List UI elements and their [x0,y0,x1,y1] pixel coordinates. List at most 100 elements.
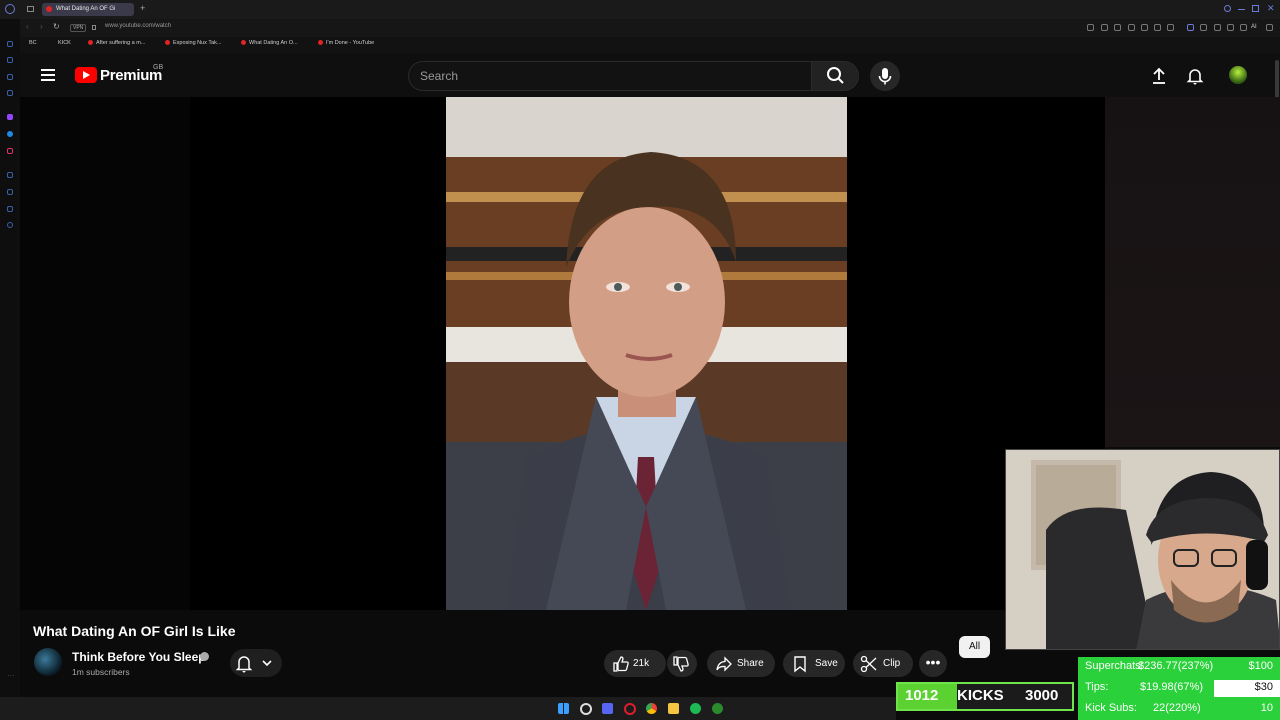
chrome-icon[interactable] [646,703,657,714]
extension-icon[interactable] [1101,24,1108,31]
goal-target: $30 [1254,681,1273,693]
subscription-bell-button[interactable] [230,649,282,677]
youtube-logo-icon[interactable] [75,67,97,83]
search-tabs-icon[interactable] [1224,5,1231,12]
sidebar-icon[interactable] [7,41,13,47]
search-button[interactable] [811,61,859,91]
bookmark-favicon-icon [88,40,93,46]
account-avatar[interactable] [1229,66,1247,84]
back-icon[interactable]: ‹ [26,22,29,31]
search-placeholder: Search [420,69,459,83]
youtube-favicon-icon [46,6,52,12]
extension-icon[interactable] [1128,24,1135,31]
bookmark-item[interactable]: What Dating An O... [241,40,298,46]
share-button[interactable]: Share [707,650,775,677]
windows-start-icon[interactable] [558,703,569,714]
bookmark-item[interactable]: I'm Done - YouTube [318,40,374,46]
browser-tab-bar: What Dating An OF Gi + ✕ [0,0,1280,19]
tab-active[interactable]: What Dating An OF Gi [42,3,134,16]
settings-icon[interactable] [7,222,13,228]
sidebar-icon[interactable] [7,57,13,63]
sidebar-icon[interactable] [7,206,13,212]
channel-name[interactable]: Think Before You Sleep [72,650,206,664]
channel-avatar[interactable] [34,648,62,676]
taskbar [0,697,896,720]
url-field[interactable]: www.youtube.com/watch [105,23,171,29]
extension-icon[interactable] [1187,24,1194,31]
settings-icon[interactable] [1240,24,1247,31]
discord-icon[interactable] [602,703,613,714]
bookmark-item[interactable]: BC [29,40,37,46]
close-button[interactable]: ✕ [1267,3,1275,14]
menu-icon[interactable] [1266,24,1273,31]
bookmarks-bar: BC KICK After suffering a m... Exposing … [0,37,1280,53]
hamburger-menu-icon[interactable] [41,69,55,81]
vpn-badge[interactable]: VPN [70,24,87,32]
bookmark-item[interactable]: KICK [58,40,71,46]
bookmark-favicon-icon [165,40,170,46]
mic-icon [878,68,892,85]
bell-icon [1186,69,1204,85]
ai-button[interactable]: AI [1251,24,1257,30]
more-actions-button[interactable]: ••• [919,650,947,677]
clip-label: Clip [883,658,901,669]
goal-target: $100 [1248,660,1273,672]
scissors-icon [860,655,877,673]
sidebar-icon[interactable] [7,74,13,80]
extension-icon[interactable] [1154,24,1161,31]
search-icon[interactable] [580,703,592,715]
extension-icon[interactable] [1114,24,1121,31]
messenger-icon[interactable] [7,131,13,137]
sidebar-icon[interactable] [7,90,13,96]
spotify-icon[interactable] [690,703,701,714]
notifications-button[interactable] [1186,67,1204,90]
extension-icon[interactable] [1214,24,1221,31]
tab-title: What Dating An OF Gi [56,6,116,12]
xbox-icon[interactable] [712,703,723,714]
download-icon[interactable] [1227,24,1234,31]
tab-list-icon[interactable] [27,6,34,12]
minimize-button[interactable] [1238,9,1245,10]
reload-icon[interactable]: ↻ [53,22,60,31]
bookmark-favicon-icon [318,40,323,46]
search-input[interactable] [408,61,812,91]
goal-label: Kick Subs: [1085,702,1137,714]
instagram-icon[interactable] [7,148,13,154]
video-frame[interactable] [446,97,847,610]
like-count: 21k [633,658,650,669]
maximize-button[interactable] [1252,5,1259,12]
extension-icon[interactable] [1200,24,1207,31]
region-label: GB [153,64,164,71]
sidebar-icon[interactable] [7,189,13,195]
like-button[interactable]: 21k [604,650,666,677]
forward-icon[interactable]: › [40,22,43,31]
more-icon: ••• [925,654,941,670]
chip-all[interactable]: All [959,636,990,658]
zoom-icon[interactable] [1087,24,1094,31]
thumbs-up-icon [613,656,629,672]
save-button[interactable]: Save [783,650,845,677]
bookmark-item[interactable]: Exposing Nux Tak... [165,40,222,46]
file-explorer-icon[interactable] [668,703,679,714]
clip-button[interactable]: Clip [853,650,913,677]
dislike-button[interactable] [667,650,697,677]
goal-row-kick-subs: Kick Subs: 22(220%) 10 [1085,702,1277,714]
shield-icon[interactable] [1141,24,1148,31]
heart-icon[interactable] [1167,24,1174,31]
create-button[interactable] [1150,67,1168,90]
sidebar-icon[interactable] [7,172,13,178]
bookmark-icon [794,656,806,673]
video-thumbnail-image [446,97,847,610]
bookmark-item[interactable]: After suffering a m... [88,40,145,46]
new-tab-button[interactable]: + [140,3,145,13]
subscriber-count: 1m subscribers [72,667,130,677]
voice-search-button[interactable] [870,61,900,91]
goal-value: $236.77(237%) [1138,660,1214,672]
opera-icon[interactable] [624,703,636,715]
browser-menu-icon[interactable] [5,4,15,14]
twitch-icon[interactable] [7,114,13,120]
sidebar-more-icon[interactable]: ··· [7,671,15,680]
search-icon [827,67,844,84]
save-label: Save [815,658,838,669]
goal-label: Superchats: [1085,660,1144,672]
